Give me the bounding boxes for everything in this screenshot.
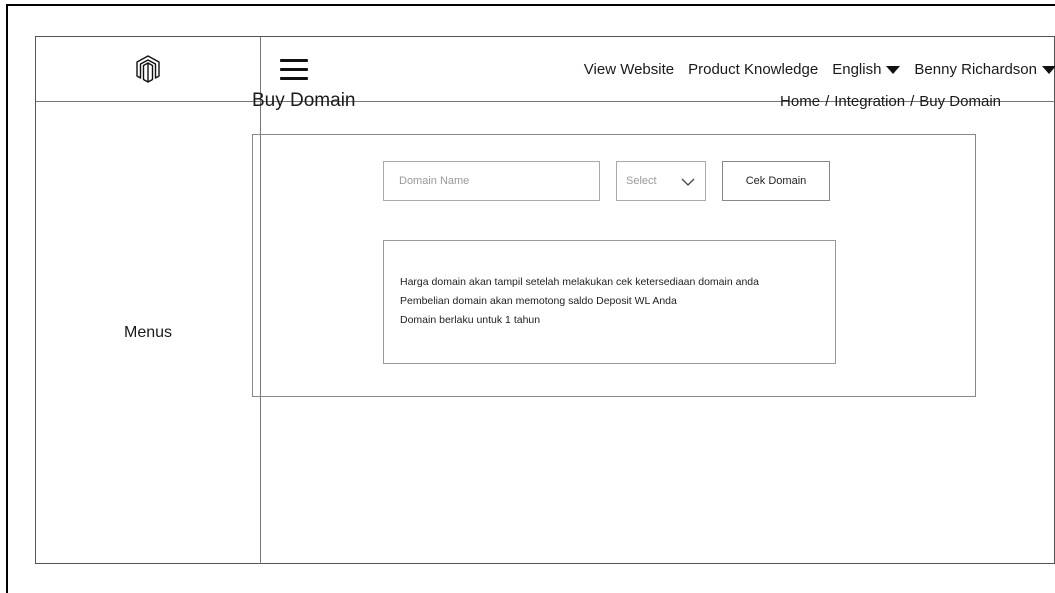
logo-area	[36, 37, 261, 102]
user-name: Benny Richardson	[914, 61, 1037, 78]
sidebar: Menus	[36, 102, 261, 564]
breadcrumb-separator: /	[910, 93, 915, 110]
language-label: English	[832, 61, 882, 78]
breadcrumb-home[interactable]: Home	[780, 93, 820, 110]
cek-domain-button[interactable]: Cek Domain	[722, 161, 830, 201]
info-line: Domain berlaku untuk 1 tahun	[400, 314, 541, 326]
tld-select[interactable]: Select	[616, 161, 706, 201]
info-line: Pembelian domain akan memotong saldo Dep…	[400, 295, 677, 307]
user-dropdown[interactable]: Benny Richardson	[914, 61, 1055, 78]
hamburger-icon[interactable]	[280, 59, 308, 81]
buy-domain-card: Select Cek Domain Harga domain akan tamp…	[252, 134, 976, 397]
logo-icon[interactable]	[136, 55, 160, 83]
sidebar-menus-label[interactable]: Menus	[124, 324, 172, 342]
info-line: Harga domain akan tampil setelah melakuk…	[400, 276, 759, 288]
caret-down-icon	[1042, 65, 1055, 74]
breadcrumb: Home / Integration / Buy Domain	[780, 93, 1001, 110]
domain-name-input[interactable]	[383, 161, 600, 201]
breadcrumb-integration[interactable]: Integration	[834, 93, 905, 110]
breadcrumb-separator: /	[825, 93, 830, 110]
nav-view-website[interactable]: View Website	[584, 61, 674, 78]
breadcrumb-current: Buy Domain	[919, 93, 1001, 110]
caret-down-icon	[886, 65, 901, 74]
language-dropdown[interactable]: English	[832, 61, 901, 78]
page-title: Buy Domain	[252, 90, 356, 111]
info-box: Harga domain akan tampil setelah melakuk…	[383, 240, 836, 364]
nav-product-knowledge[interactable]: Product Knowledge	[688, 61, 818, 78]
tld-select-value: Select	[626, 175, 657, 187]
chevron-down-icon	[681, 178, 695, 186]
